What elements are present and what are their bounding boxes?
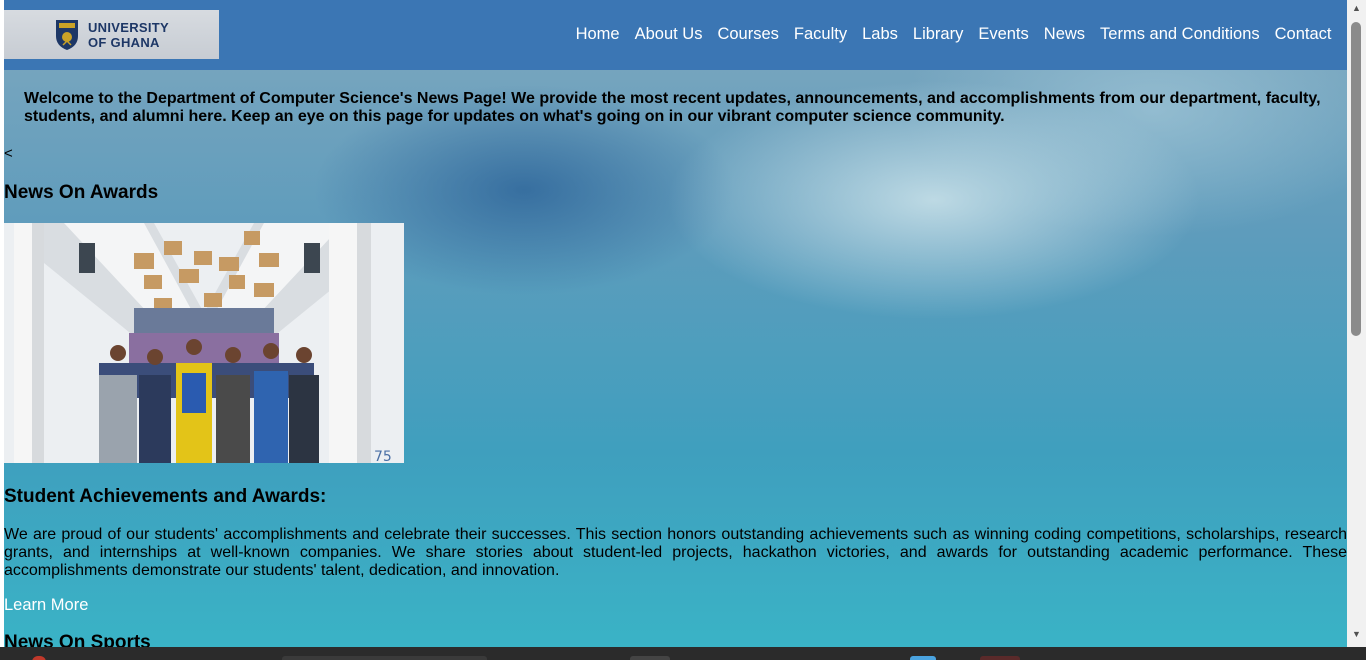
university-logo[interactable]: UNIVERSITY OF GHANA xyxy=(4,10,219,59)
awards-photo: 75 xyxy=(4,223,404,463)
learn-more-link[interactable]: Learn More xyxy=(4,596,88,615)
nav-news[interactable]: News xyxy=(1036,24,1092,44)
nav-events[interactable]: Events xyxy=(971,24,1036,44)
sports-heading: News On Sports xyxy=(4,632,151,647)
nav-contact[interactable]: Contact xyxy=(1267,24,1339,44)
nav-library[interactable]: Library xyxy=(905,24,970,44)
awards-heading: News On Awards xyxy=(4,182,159,203)
browser-viewport: UNIVERSITY OF GHANA Home About Us Course… xyxy=(0,0,1366,647)
scroll-thumb[interactable] xyxy=(1351,22,1361,336)
svg-text:75: 75 xyxy=(374,449,392,463)
scroll-up-icon[interactable]: ▲ xyxy=(1351,3,1362,14)
nav-terms[interactable]: Terms and Conditions xyxy=(1093,24,1268,44)
logo-line-2: OF GHANA xyxy=(87,34,160,50)
taskbar-app-icon[interactable] xyxy=(32,656,46,660)
logo-text: UNIVERSITY OF GHANA xyxy=(88,20,169,50)
navbar: UNIVERSITY OF GHANA Home About Us Course… xyxy=(4,0,1347,70)
nav-labs[interactable]: Labs xyxy=(855,24,906,44)
stray-text: < xyxy=(4,145,13,162)
crest-icon xyxy=(55,19,78,50)
nav-courses[interactable]: Courses xyxy=(710,24,786,44)
nav-about-us[interactable]: About Us xyxy=(627,24,710,44)
main-nav: Home About Us Courses Faculty Labs Libra… xyxy=(568,24,1339,44)
intro-text: Welcome to the Department of Computer Sc… xyxy=(24,90,1321,125)
taskbar-search-box[interactable] xyxy=(282,656,487,660)
scroll-down-icon[interactable]: ▼ xyxy=(1351,629,1362,640)
nav-home[interactable]: Home xyxy=(568,24,627,44)
logo-line-1: UNIVERSITY xyxy=(87,19,169,35)
nav-faculty[interactable]: Faculty xyxy=(786,24,854,44)
achievements-heading: Student Achievements and Awards: xyxy=(4,486,327,507)
news-page: UNIVERSITY OF GHANA Home About Us Course… xyxy=(4,0,1347,647)
group-photo-image: 75 xyxy=(4,223,404,463)
taskbar-app-icon[interactable] xyxy=(630,656,670,660)
achievements-text: We are proud of our students' accomplish… xyxy=(4,526,1347,579)
taskbar-app-icon[interactable] xyxy=(980,656,1020,660)
os-taskbar xyxy=(0,647,1366,660)
page-scrollbar[interactable]: ▲ ▼ xyxy=(1347,0,1366,647)
taskbar-app-icon[interactable] xyxy=(910,656,936,660)
